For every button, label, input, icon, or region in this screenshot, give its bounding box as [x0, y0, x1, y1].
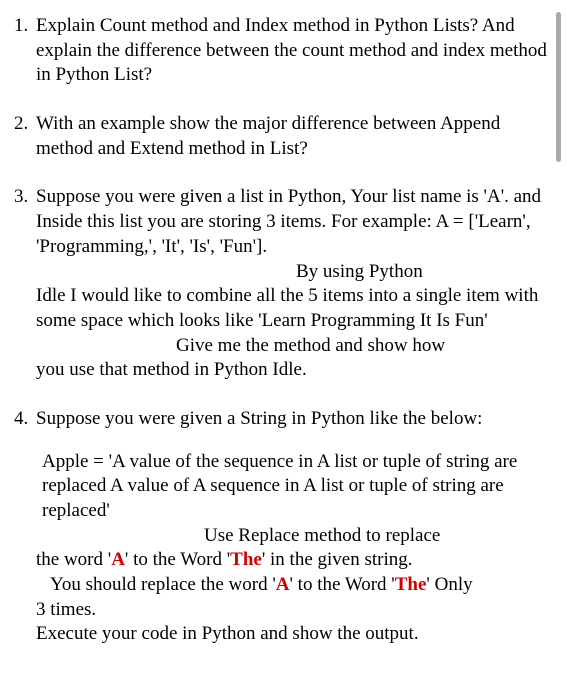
question-3: 3. Suppose you were given a list in Pyth…	[14, 185, 549, 383]
highlighted-word: The	[395, 574, 427, 595]
question-2: 2. With an example show the major differ…	[14, 112, 549, 161]
question-text-part: Use Replace method to replace	[36, 524, 549, 549]
text-fragment: ' in the given string.	[262, 549, 413, 570]
question-text-part: Suppose you were given a list in Python,…	[36, 185, 549, 259]
question-4: 4. Suppose you were given a String in Py…	[14, 407, 549, 647]
question-text: With an example show the major differenc…	[36, 112, 549, 161]
question-number: 2.	[14, 112, 28, 137]
question-text-part: the word 'A' to the Word 'The' in the gi…	[36, 548, 549, 573]
highlighted-word: The	[230, 549, 262, 570]
question-text-part: Idle I would like to combine all the 5 i…	[36, 284, 549, 333]
question-number: 3.	[14, 185, 28, 210]
question-text-part: Suppose you were given a String in Pytho…	[36, 407, 549, 432]
question-number: 4.	[14, 407, 28, 432]
text-fragment: ' Only	[426, 574, 472, 595]
text-fragment: You should replace the word '	[50, 574, 276, 595]
question-text-part: You should replace the word 'A' to the W…	[36, 573, 549, 598]
question-text-part: Apple = 'A value of the sequence in A li…	[36, 450, 549, 524]
question-text-part: Execute your code in Python and show the…	[36, 622, 549, 647]
text-fragment: ' to the Word '	[290, 574, 395, 595]
highlighted-word: A	[111, 549, 125, 570]
question-text: Explain Count method and Index method in…	[36, 14, 549, 88]
highlighted-word: A	[276, 574, 290, 595]
question-list: 1. Explain Count method and Index method…	[14, 14, 549, 647]
question-text-part: you use that method in Python Idle.	[36, 358, 549, 383]
question-text-part: 3 times.	[36, 598, 549, 623]
text-fragment: ' to the Word '	[125, 549, 230, 570]
question-text-part: Give me the method and show how	[36, 334, 549, 359]
scrollbar[interactable]	[556, 12, 561, 162]
question-number: 1.	[14, 14, 28, 39]
question-1: 1. Explain Count method and Index method…	[14, 14, 549, 88]
text-fragment: the word '	[36, 549, 111, 570]
question-text-part: By using Python	[36, 260, 549, 285]
